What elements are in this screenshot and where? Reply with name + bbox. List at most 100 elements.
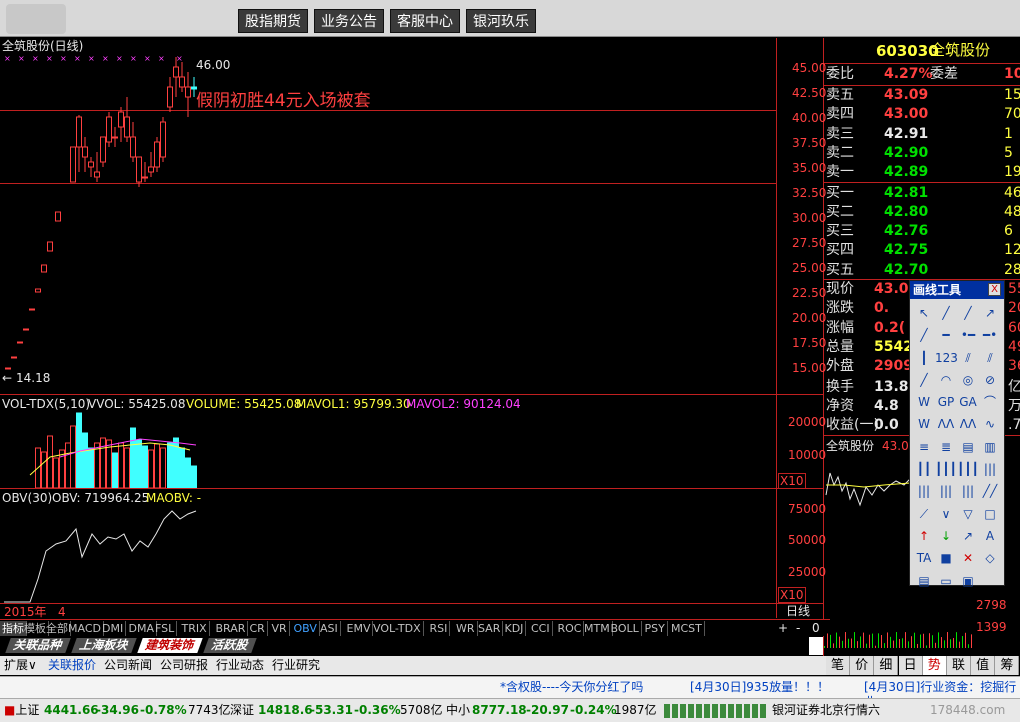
draw-tool-20[interactable]: W [913,413,935,435]
bid-row[interactable]: 买三 42.76 6 [826,222,1020,241]
block-tab-shanghai[interactable]: 上海板块 [71,638,137,653]
draw-tool-40[interactable]: ↑ [913,525,935,547]
draw-tool-21[interactable]: ΛΛ [935,413,957,435]
draw-tool-5[interactable]: ━ [935,324,957,346]
expand-button[interactable]: 扩展∨ [4,658,37,673]
draw-tool-14[interactable]: ◎ [957,369,979,391]
draw-tool-42[interactable]: ↗ [957,525,979,547]
ask-row[interactable]: 卖三 42.91 1 [826,125,1020,144]
draw-tool-2[interactable]: ╱ [957,302,979,324]
block-tab-related[interactable]: 关联品种 [5,638,71,653]
draw-tool-11[interactable]: ⫽ [979,347,1001,369]
quote-tab-0[interactable]: 笔 [826,656,850,675]
bid-row[interactable]: 买二 42.80 48 [826,203,1020,222]
draw-tool-39[interactable]: □ [979,503,1001,525]
indicator-tab-cr[interactable]: CR [248,621,268,636]
draw-tool-43[interactable]: A [979,525,1001,547]
ask-row[interactable]: 卖二 42.90 5 [826,144,1020,163]
obv-chart[interactable] [0,489,776,603]
indicator-tab-cci[interactable]: CCI [529,621,553,636]
draw-tool-34[interactable]: ||| [957,480,979,502]
draw-tool-41[interactable]: ↓ [935,525,957,547]
draw-tool-47[interactable]: ◇ [979,547,1001,569]
indicator-tab-asi[interactable]: ASI [318,621,341,636]
quote-tab-1[interactable]: 价 [850,656,875,675]
draw-tool-44[interactable]: TA [913,547,935,569]
customer-service-button[interactable]: 客服中心 [390,9,460,33]
draw-tool-23[interactable]: ∿ [979,413,1001,435]
indicator-tab-mcst[interactable]: MCST [669,621,705,636]
indicator-tab-kdj[interactable]: KDJ [503,621,527,636]
ask-row[interactable]: 卖四 43.00 70 [826,105,1020,124]
draw-tool-6[interactable]: •━ [957,324,979,346]
zoom-out-button[interactable]: - [796,621,800,635]
draw-tool-37[interactable]: ∨ [935,503,957,525]
indicator-tab-vr[interactable]: VR [270,621,290,636]
bid-row[interactable]: 买四 42.75 12 [826,241,1020,260]
draw-tool-1[interactable]: ╱ [935,302,957,324]
quote-tab-3[interactable]: 日 [898,656,923,675]
bid-row[interactable]: 买五 42.70 28 [826,261,1020,280]
candlestick-chart[interactable]: × × × × × × × × × × × × × [0,38,776,394]
draw-tool-3[interactable]: ↗ [979,302,1001,324]
company-news-link[interactable]: 公司新闻 [104,658,152,673]
industry-research-link[interactable]: 行业研究 [272,658,320,673]
draw-tool-28[interactable]: ┃┃ [913,458,935,480]
indicator-tab-wr[interactable]: WR [454,621,478,636]
ask-row[interactable]: 卖五 43.09 15 [826,86,1020,105]
indicator-tab-brar[interactable]: BRAR [214,621,249,636]
draw-tool-27[interactable]: ▥ [979,436,1001,458]
draw-tool-48[interactable]: ▤ [913,570,935,592]
indicator-tab-dmi[interactable]: DMI [100,621,127,636]
draw-tool-45[interactable]: ■ [935,547,957,569]
industry-news-link[interactable]: 行业动态 [216,658,264,673]
drawing-tool-panel[interactable]: 画线工具 X ↖ ╱ ╱ ↗ ╱ ━ •━ ━• ┃ 123 ⫽ ⫽ ╱ ◠ ◎ ⊘ W GP GA ⌒ W ΛΛ ΛΛ ∿ ≡… [909,280,1005,588]
draw-tool-36[interactable]: ⟋ [913,503,935,525]
draw-tool-29[interactable]: ┃┃┃ [935,458,957,480]
draw-tool-13[interactable]: ◠ [935,369,957,391]
draw-tool-0[interactable]: ↖ [913,302,935,324]
volume-chart[interactable] [0,395,776,488]
draw-tool-17[interactable]: GP [935,391,957,413]
indicator-tab-obv[interactable]: OBV [292,621,320,636]
indicator-tab-fsl[interactable]: FSL [153,621,178,636]
draw-tool-25[interactable]: ≣ [935,436,957,458]
company-research-link[interactable]: 公司研报 [160,658,208,673]
draw-tool-7[interactable]: ━• [979,324,1001,346]
announcements-button[interactable]: 业务公告 [314,9,384,33]
draw-tool-31[interactable]: ||| [979,458,1001,480]
draw-tool-22[interactable]: ΛΛ [957,413,979,435]
draw-tool-26[interactable]: ▤ [957,436,979,458]
mini-scroll-box[interactable] [809,637,823,655]
indicator-tab-rsi[interactable]: RSI [428,621,451,636]
block-tab-construction[interactable]: 建筑装饰 [137,638,203,653]
draw-tool-32[interactable]: ||| [913,480,935,502]
indicator-tab-emv[interactable]: EMV [345,621,374,636]
index-futures-button[interactable]: 股指期货 [238,9,308,33]
ticker-news-2[interactable]: [4月30日]935放量！！！ [690,680,829,695]
quote-tab-5[interactable]: 联 [947,656,971,675]
galaxy-fun-button[interactable]: 银河玖乐 [466,9,536,33]
bid-row[interactable]: 买一 42.81 46 [826,184,1020,203]
zoom-in-button[interactable]: + [778,621,788,635]
related-quote-link[interactable]: 关联报价 [48,658,96,673]
draw-tool-10[interactable]: ⫽ [957,347,979,369]
draw-tool-46[interactable]: ✕ [957,547,979,569]
indicator-tab-psy[interactable]: PSY [643,621,668,636]
draw-tool-12[interactable]: ╱ [913,369,935,391]
draw-tool-38[interactable]: ▽ [957,503,979,525]
indicator-tab-sar[interactable]: SAR [476,621,504,636]
draw-tool-35[interactable]: ╱╱ [979,480,1001,502]
draw-tool-16[interactable]: W [913,391,935,413]
quote-tab-7[interactable]: 筹 [995,656,1020,675]
draw-tool-4[interactable]: ╱ [913,324,935,346]
indicator-tab-trix[interactable]: TRIX [180,621,210,636]
indicator-tab-boll[interactable]: BOLL [609,621,642,636]
draw-tool-15[interactable]: ⊘ [979,369,1001,391]
draw-tool-19[interactable]: ⌒ [979,391,1001,413]
draw-tool-51[interactable] [979,570,1001,592]
indicator-tab-vol-tdx[interactable]: VOL-TDX [371,621,424,636]
draw-tool-18[interactable]: GA [957,391,979,413]
block-tab-active[interactable]: 活跃股 [203,638,257,653]
draw-tool-30[interactable]: ┃┃┃ [957,458,979,480]
